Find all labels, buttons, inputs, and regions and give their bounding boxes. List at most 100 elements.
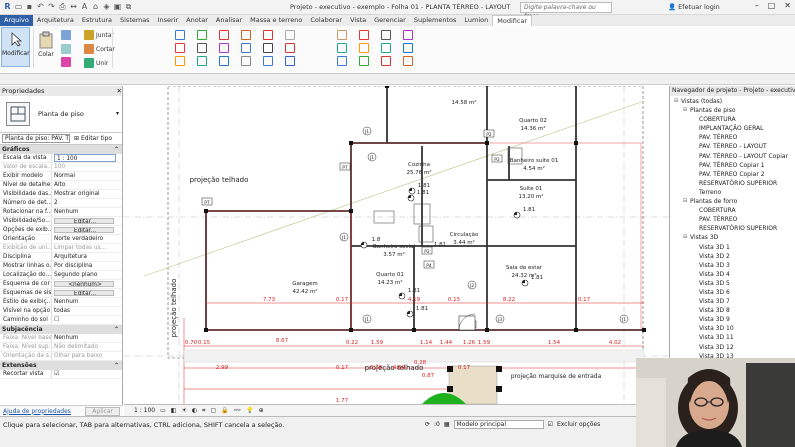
- shadows-icon[interactable]: ◐: [192, 407, 197, 414]
- menu-tab-massa-e-terreno[interactable]: Massa e terreno: [246, 15, 306, 26]
- split-icon[interactable]: [219, 56, 229, 66]
- trim-icon[interactable]: [403, 30, 413, 40]
- offset-icon[interactable]: [359, 30, 369, 40]
- property-value[interactable]: ☑: [52, 370, 122, 378]
- mirror-axis-icon[interactable]: [175, 56, 185, 66]
- properties-help-link[interactable]: Ajuda de propriedades: [3, 408, 71, 415]
- copy-icon[interactable]: [381, 43, 391, 53]
- collapse-icon[interactable]: ⌃: [114, 325, 119, 334]
- browser-node[interactable]: PAV. TÉRREO Copiar 1: [670, 161, 795, 170]
- match-tool[interactable]: [61, 57, 71, 67]
- section-icon[interactable]: ◈: [102, 2, 111, 12]
- align-icon[interactable]: [175, 30, 185, 40]
- rotate-icon[interactable]: [381, 56, 391, 66]
- property-value[interactable]: <nenhum>: [54, 281, 114, 287]
- browser-node[interactable]: PAV. TÉRREO - LAYOUT: [670, 142, 795, 151]
- browser-node[interactable]: RESERVATÓRIO SUPERIOR: [670, 179, 795, 188]
- collapse-icon[interactable]: ⌃: [114, 361, 119, 370]
- sync-icon[interactable]: ⟳: [425, 421, 430, 428]
- browser-node[interactable]: PAV. TÉRREO Copiar 2: [670, 170, 795, 179]
- browser-node[interactable]: IMPLANTAÇÃO GERAL: [670, 124, 795, 133]
- browser-node[interactable]: Vista 3D 10: [670, 324, 795, 333]
- expand-toggle-icon[interactable]: ⊟: [683, 233, 690, 242]
- property-value[interactable]: Normal: [52, 172, 122, 180]
- menu-tab-colaborar[interactable]: Colaborar: [306, 15, 346, 26]
- paste-button[interactable]: Colar: [36, 29, 56, 59]
- browser-node[interactable]: ⊟ Plantas de piso: [670, 106, 795, 115]
- browser-node[interactable]: PAV. TÉRREO: [670, 215, 795, 224]
- show-crop-icon[interactable]: ▢: [210, 407, 216, 414]
- copy-tool[interactable]: [61, 44, 71, 54]
- close-icon[interactable]: ✕: [117, 86, 122, 96]
- view-icon[interactable]: [263, 56, 273, 66]
- 3d-view-icon[interactable]: ⌂: [91, 2, 100, 12]
- unpin-icon[interactable]: [263, 30, 273, 40]
- property-value[interactable]: Norte verdadeiro: [52, 235, 122, 243]
- trim-icon[interactable]: [219, 43, 229, 53]
- editing-requests-icon[interactable]: ▦: [444, 421, 450, 428]
- browser-node[interactable]: ⊟ Vistas 3D: [670, 233, 795, 242]
- properties-section-header[interactable]: Gráficos ⌃: [0, 145, 122, 154]
- menu-tab-inserir[interactable]: Inserir: [154, 15, 183, 26]
- property-value[interactable]: Por disciplina: [52, 262, 122, 270]
- chevron-down-icon[interactable]: ▾: [116, 110, 119, 117]
- array-icon[interactable]: [403, 56, 413, 66]
- browser-node[interactable]: Vista 3D 11: [670, 333, 795, 342]
- revit-logo-icon[interactable]: R: [3, 2, 12, 12]
- drawing-canvas[interactable]: Cozinha 25.76 m² Banheiro suíte 01 4.54 m² S…: [124, 86, 669, 404]
- menu-tab-suplementos[interactable]: Suplementos: [410, 15, 461, 26]
- close-icon[interactable]: ✕: [784, 1, 791, 10]
- property-value[interactable]: 1 : 100: [54, 154, 116, 162]
- split-icon[interactable]: [403, 43, 413, 53]
- property-value[interactable]: Editar...: [54, 290, 114, 296]
- floor-plan-drawing[interactable]: Cozinha25.76 m² Banheiro suíte 014.54 m² S…: [124, 86, 669, 404]
- undo-icon[interactable]: ↶: [36, 2, 45, 12]
- property-value[interactable]: ☐: [52, 316, 122, 324]
- save-icon[interactable]: ▪: [25, 2, 34, 12]
- browser-node[interactable]: Vista 3D 9: [670, 315, 795, 324]
- text-icon[interactable]: A: [80, 2, 89, 12]
- temporary-hide-icon[interactable]: 👓: [234, 407, 241, 414]
- menu-tab-estrutura[interactable]: Estrutura: [78, 15, 116, 26]
- crop-view-icon[interactable]: ⌗: [202, 407, 205, 415]
- move-icon[interactable]: [381, 30, 391, 40]
- browser-node[interactable]: COBERTURA: [670, 206, 795, 215]
- menu-tab-sistemas[interactable]: Sistemas: [116, 15, 154, 26]
- property-value[interactable]: Mostrar original: [52, 190, 122, 198]
- expand-toggle-icon[interactable]: ⊟: [674, 97, 681, 106]
- browser-node[interactable]: Vista 3D 6: [670, 288, 795, 297]
- menu-tab-gerenciar[interactable]: Gerenciar: [370, 15, 410, 26]
- sun-path-icon[interactable]: ☀: [181, 407, 186, 414]
- menu-tab-arquivo[interactable]: Arquivo: [0, 15, 33, 26]
- browser-node[interactable]: PAV. TÉRREO: [670, 133, 795, 142]
- property-value[interactable]: Alto: [52, 181, 122, 189]
- maximize-icon[interactable]: □: [768, 1, 776, 10]
- tool-unir[interactable]: Unir: [84, 58, 108, 68]
- move-icon[interactable]: [197, 43, 207, 53]
- properties-section-header[interactable]: Extensões ⌃: [0, 361, 122, 370]
- expand-toggle-icon[interactable]: ⊟: [683, 106, 690, 115]
- measure-icon[interactable]: [285, 30, 295, 40]
- align-icon[interactable]: [337, 56, 347, 66]
- dimension-icon[interactable]: [285, 43, 295, 53]
- scale-icon[interactable]: [241, 43, 251, 53]
- menu-tab-analisar[interactable]: Analisar: [212, 15, 246, 26]
- mirror-draw-icon[interactable]: [197, 30, 207, 40]
- browser-node[interactable]: COBERTURA: [670, 115, 795, 124]
- browser-node[interactable]: Terreno: [670, 188, 795, 197]
- measure-icon[interactable]: ↔: [69, 2, 78, 12]
- pin-icon[interactable]: [241, 56, 251, 66]
- edit-type-button[interactable]: ⊞ Editar tipo: [74, 135, 112, 142]
- visual-style-icon[interactable]: ◧: [171, 407, 177, 414]
- login-button[interactable]: 👤 Efetuar login: [668, 3, 720, 11]
- view-scale[interactable]: 1 : 100: [134, 407, 155, 414]
- property-value[interactable]: Editar...: [54, 218, 114, 224]
- cut-geometry-tool[interactable]: [61, 30, 71, 40]
- property-value[interactable]: Arquitetura: [52, 253, 122, 261]
- menu-tab-arquitetura[interactable]: Arquitetura: [33, 15, 78, 26]
- copy-icon[interactable]: [197, 56, 207, 66]
- menu-tab-anotar[interactable]: Anotar: [182, 15, 212, 26]
- menu-tab-vista[interactable]: Vista: [346, 15, 370, 26]
- property-value[interactable]: Nenhum: [52, 298, 122, 306]
- browser-node[interactable]: Vista 3D 2: [670, 252, 795, 261]
